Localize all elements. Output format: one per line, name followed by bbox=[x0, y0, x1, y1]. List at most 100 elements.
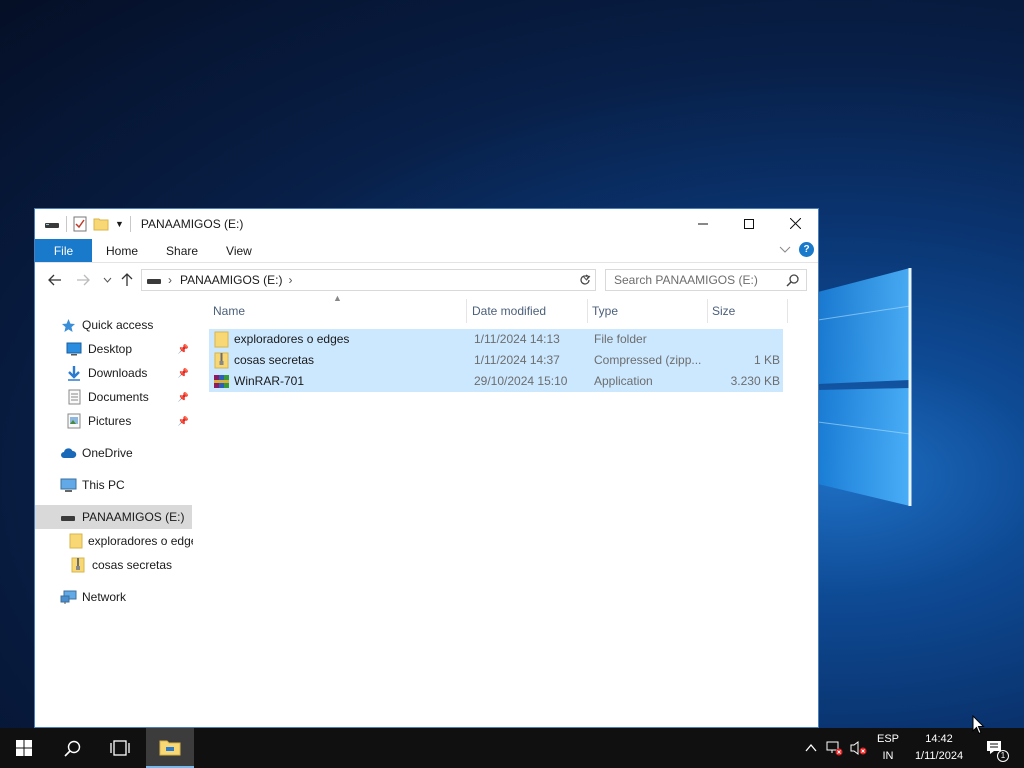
nav-label: Desktop bbox=[88, 342, 133, 356]
column-header-type[interactable]: Type bbox=[588, 299, 708, 323]
search-taskbar-button[interactable] bbox=[48, 728, 96, 768]
tab-view[interactable]: View bbox=[212, 239, 266, 262]
zip-folder-icon bbox=[214, 352, 229, 369]
quick-access-toolbar: ▼ bbox=[35, 216, 131, 232]
network-icon bbox=[60, 590, 76, 604]
customize-toolbar-icon[interactable]: ▼ bbox=[115, 219, 124, 229]
file-row[interactable]: exploradores o edges 1/11/2024 14:13 Fil… bbox=[209, 329, 783, 350]
nav-label: Documents bbox=[88, 390, 149, 404]
back-button[interactable] bbox=[45, 270, 65, 290]
minimize-button[interactable] bbox=[680, 209, 726, 238]
nav-zip-cosas-secretas[interactable]: cosas secretas bbox=[69, 553, 193, 577]
winrar-icon bbox=[214, 375, 229, 388]
star-icon bbox=[61, 318, 75, 332]
file-row[interactable]: WinRAR-701 29/10/2024 15:10 Application … bbox=[209, 371, 783, 392]
file-row[interactable]: cosas secretas 1/11/2024 14:37 Compresse… bbox=[209, 350, 783, 371]
nav-label: Network bbox=[82, 590, 127, 604]
address-bar[interactable]: › PANAAMIGOS (E:) › bbox=[141, 269, 596, 291]
pin-icon[interactable]: 📌 bbox=[178, 344, 189, 355]
new-folder-icon[interactable] bbox=[93, 217, 109, 231]
navigation-bar: › PANAAMIGOS (E:) › Search PANAAMIGOS (E… bbox=[35, 265, 818, 295]
pin-icon[interactable]: 📌 bbox=[178, 368, 189, 379]
nav-quick-access[interactable]: Quick access bbox=[59, 313, 189, 337]
chevron-up-icon bbox=[805, 744, 817, 752]
mouse-cursor-icon bbox=[972, 715, 985, 735]
nav-this-pc[interactable]: This PC bbox=[59, 473, 189, 497]
back-arrow-icon bbox=[48, 274, 61, 286]
nav-label: cosas secretas bbox=[92, 558, 173, 572]
nav-onedrive[interactable]: OneDrive bbox=[59, 441, 189, 465]
refresh-icon bbox=[579, 274, 590, 285]
show-hidden-icons-button[interactable] bbox=[800, 728, 822, 768]
file-name: exploradores o edges bbox=[234, 332, 350, 346]
chevron-down-icon bbox=[103, 277, 111, 283]
nav-label: exploradores o edges bbox=[88, 534, 193, 548]
language-code: ESP bbox=[876, 733, 899, 745]
chevron-right-icon[interactable]: › bbox=[288, 273, 292, 287]
help-icon[interactable]: ? bbox=[799, 242, 814, 257]
file-explorer-taskbar-button[interactable] bbox=[146, 728, 194, 768]
file-date: 29/10/2024 15:10 bbox=[474, 374, 568, 388]
expand-ribbon-icon[interactable] bbox=[779, 246, 791, 254]
nav-drive-e[interactable]: PANAAMIGOS (E:) bbox=[35, 505, 192, 529]
nav-downloads[interactable]: Downloads 📌 bbox=[65, 361, 189, 385]
nav-documents[interactable]: Documents 📌 bbox=[65, 385, 189, 409]
nav-desktop[interactable]: Desktop 📌 bbox=[65, 337, 189, 361]
network-disconnected-icon bbox=[826, 741, 843, 756]
volume-button[interactable] bbox=[848, 728, 870, 768]
input-language-indicator[interactable]: ESP IN bbox=[872, 731, 904, 765]
clock-time: 14:42 bbox=[925, 733, 953, 745]
file-explorer-window[interactable]: ▼ PANAAMIGOS (E:) File Home Share View ? bbox=[34, 208, 819, 728]
tab-file[interactable]: File bbox=[35, 239, 92, 262]
forward-arrow-icon bbox=[77, 274, 90, 286]
refresh-button[interactable] bbox=[574, 269, 596, 291]
maximize-icon bbox=[744, 218, 754, 229]
nav-folder-exploradores[interactable]: exploradores o edges bbox=[69, 529, 193, 553]
network-status-button[interactable] bbox=[824, 728, 846, 768]
search-icon bbox=[63, 740, 80, 757]
tab-share[interactable]: Share bbox=[152, 239, 212, 262]
zip-folder-icon bbox=[71, 557, 85, 573]
column-header-name[interactable]: Name bbox=[209, 299, 467, 323]
column-header-date-modified[interactable]: Date modified bbox=[468, 299, 588, 323]
up-button[interactable] bbox=[117, 270, 137, 290]
nav-pictures[interactable]: Pictures 📌 bbox=[65, 409, 189, 433]
drive-icon bbox=[147, 279, 161, 284]
ribbon-tabs: File Home Share View ? bbox=[35, 239, 818, 263]
clock-date: 1/11/2024 bbox=[914, 750, 964, 762]
task-view-button[interactable] bbox=[96, 728, 144, 768]
file-type: File folder bbox=[594, 332, 647, 346]
volume-muted-icon bbox=[850, 741, 867, 755]
search-icon[interactable] bbox=[786, 273, 800, 287]
file-name: WinRAR-701 bbox=[234, 374, 305, 388]
toolbar-divider bbox=[129, 216, 131, 232]
file-list: ▲ Name Date modified Type Size explorado… bbox=[209, 293, 818, 727]
window-title: PANAAMIGOS (E:) bbox=[140, 217, 244, 231]
file-type: Compressed (zipp... bbox=[594, 353, 702, 367]
pin-icon[interactable]: 📌 bbox=[178, 416, 189, 427]
pin-icon[interactable]: 📌 bbox=[178, 392, 189, 403]
folder-icon bbox=[69, 533, 83, 549]
breadcrumb-drive[interactable]: PANAAMIGOS (E:) bbox=[180, 273, 282, 287]
file-date: 1/11/2024 14:37 bbox=[474, 353, 560, 367]
download-icon bbox=[68, 366, 80, 381]
file-size: 3.230 KB bbox=[730, 374, 780, 388]
keyboard-layout: IN bbox=[882, 750, 894, 762]
clock[interactable]: 14:42 1/11/2024 bbox=[906, 731, 972, 765]
title-bar[interactable]: ▼ PANAAMIGOS (E:) bbox=[35, 209, 818, 239]
recent-locations-button[interactable] bbox=[97, 270, 117, 290]
tab-home[interactable]: Home bbox=[92, 239, 152, 262]
forward-button[interactable] bbox=[73, 270, 93, 290]
column-header-size[interactable]: Size bbox=[708, 299, 788, 323]
file-type: Application bbox=[594, 374, 653, 388]
properties-icon[interactable] bbox=[73, 216, 87, 232]
nav-network[interactable]: Network bbox=[59, 585, 189, 609]
nav-label: Quick access bbox=[82, 318, 154, 332]
search-box[interactable]: Search PANAAMIGOS (E:) bbox=[605, 269, 807, 291]
close-button[interactable] bbox=[772, 209, 818, 238]
desktop-icon bbox=[66, 342, 82, 356]
maximize-button[interactable] bbox=[726, 209, 772, 238]
start-button[interactable] bbox=[0, 728, 48, 768]
file-size: 1 KB bbox=[753, 353, 780, 367]
folder-icon bbox=[214, 331, 229, 348]
